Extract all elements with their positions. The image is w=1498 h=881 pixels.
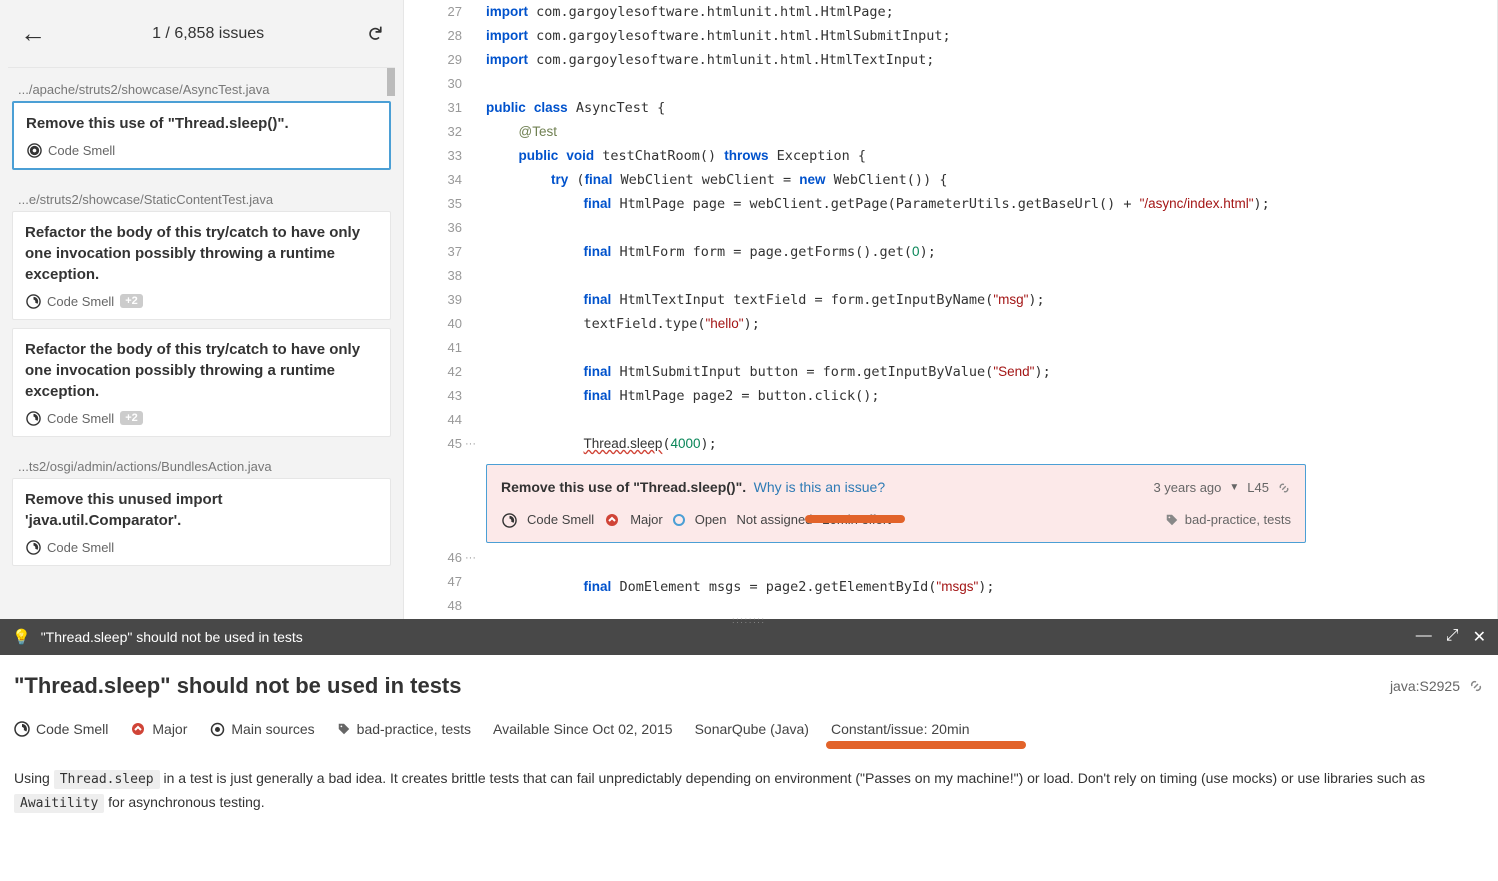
rule-since: Available Since Oct 02, 2015 xyxy=(493,721,673,737)
issue-type: Code Smell xyxy=(47,411,114,426)
rule-id: java:S2925 xyxy=(1390,678,1460,694)
issue-message: Remove this use of "Thread.sleep()". xyxy=(501,479,746,495)
rule-type: Code Smell xyxy=(36,721,108,737)
severity-major-icon xyxy=(130,721,146,737)
file-path[interactable]: ...ts2/osgi/admin/actions/BundlesAction.… xyxy=(8,445,395,478)
issue-list: .../apache/struts2/showcase/AsyncTest.ja… xyxy=(8,68,395,598)
permalink-icon[interactable] xyxy=(1277,481,1291,495)
highlight-annotation xyxy=(805,515,905,523)
code-smell-icon xyxy=(26,142,42,158)
rule-engine: SonarQube (Java) xyxy=(695,721,809,737)
fold-icon[interactable]: ··· xyxy=(465,546,476,570)
status-open-icon xyxy=(673,514,685,526)
fold-icon[interactable]: ··· xyxy=(465,432,476,456)
code-smell-icon xyxy=(25,410,41,426)
file-path[interactable]: ...e/struts2/showcase/StaticContentTest.… xyxy=(8,178,395,211)
issues-sidebar: ← 1 / 6,858 issues ↻ .../apache/struts2/… xyxy=(0,0,403,620)
issue-title: Remove this unused import 'java.util.Com… xyxy=(25,489,378,531)
rule-bar-title: "Thread.sleep" should not be used in tes… xyxy=(41,629,303,645)
issue-assignee[interactable]: Not assigned xyxy=(737,508,813,532)
rule-title: "Thread.sleep" should not be used in tes… xyxy=(14,673,462,699)
rule-debt: Constant/issue: 20min xyxy=(831,721,970,737)
rule-severity: Major xyxy=(152,721,187,737)
file-path[interactable]: .../apache/struts2/showcase/AsyncTest.ja… xyxy=(8,68,395,101)
issue-card[interactable]: Remove this unused import 'java.util.Com… xyxy=(12,478,391,566)
permalink-icon[interactable] xyxy=(1468,678,1484,694)
severity-major-icon xyxy=(604,512,620,528)
highlight-annotation xyxy=(826,741,1026,749)
issue-line: L45 xyxy=(1247,476,1269,500)
scrollbar-thumb[interactable] xyxy=(387,68,395,96)
rule-detail-panel: "Thread.sleep" should not be used in tes… xyxy=(0,655,1498,881)
drag-grip-icon[interactable]: :::::::: xyxy=(732,616,766,625)
tags-icon xyxy=(1165,513,1179,527)
inline-issue-box[interactable]: Remove this use of "Thread.sleep()". Why… xyxy=(486,464,1306,543)
extra-locations-badge[interactable]: +2 xyxy=(120,411,143,425)
issue-card[interactable]: Refactor the body of this try/catch to h… xyxy=(12,328,391,437)
tab-indicator xyxy=(8,0,395,4)
minimize-icon[interactable]: — xyxy=(1416,627,1432,647)
inline-code: Thread.sleep xyxy=(54,770,160,789)
code-smell-icon xyxy=(501,512,517,528)
extra-locations-badge[interactable]: +2 xyxy=(120,294,143,308)
issue-type[interactable]: Code Smell xyxy=(527,508,594,532)
issue-title: Refactor the body of this try/catch to h… xyxy=(25,222,378,285)
code-smell-icon xyxy=(14,721,30,737)
rule-description: Using Thread.sleep in a test is just gen… xyxy=(14,767,1484,815)
code-body[interactable]: import com.gargoylesoftware.htmlunit.htm… xyxy=(474,0,1497,620)
issue-severity[interactable]: Major xyxy=(630,508,663,532)
issue-type: Code Smell xyxy=(48,143,115,158)
rule-scope: Main sources xyxy=(231,721,314,737)
line-gutter: 27282930 31323334 35363738 39404142 4344… xyxy=(404,0,474,620)
issue-title: Remove this use of "Thread.sleep()". xyxy=(26,113,377,134)
reload-icon[interactable]: ↻ xyxy=(362,25,387,42)
issue-counter: 1 / 6,858 issues xyxy=(50,25,366,43)
tags-icon xyxy=(337,722,351,736)
issue-age[interactable]: 3 years ago xyxy=(1153,476,1221,500)
chevron-down-icon[interactable]: ▼ xyxy=(1229,476,1239,500)
issue-title: Refactor the body of this try/catch to h… xyxy=(25,339,378,402)
back-arrow-icon[interactable]: ← xyxy=(20,18,50,49)
code-smell-icon xyxy=(25,539,41,555)
lightbulb-icon: 💡 xyxy=(12,628,31,646)
issue-type: Code Smell xyxy=(47,540,114,555)
rule-panel-header: :::::::: 💡 "Thread.sleep" should not be … xyxy=(0,619,1498,655)
issue-card[interactable]: Remove this use of "Thread.sleep()". Cod… xyxy=(12,101,391,170)
issue-tags[interactable]: bad-practice, tests xyxy=(1185,508,1291,532)
close-icon[interactable]: ✕ xyxy=(1473,627,1486,647)
expand-icon[interactable]: ⤢ xyxy=(1446,627,1459,647)
issue-status[interactable]: Open xyxy=(695,508,727,532)
inline-code: Awaitility xyxy=(14,794,104,813)
rule-tags[interactable]: bad-practice, tests xyxy=(357,721,471,737)
scope-icon xyxy=(209,721,225,737)
why-issue-link[interactable]: Why is this an issue? xyxy=(754,479,886,495)
issue-type: Code Smell xyxy=(47,294,114,309)
issue-card[interactable]: Refactor the body of this try/catch to h… xyxy=(12,211,391,320)
code-smell-icon xyxy=(25,293,41,309)
code-viewer: 27282930 31323334 35363738 39404142 4344… xyxy=(403,0,1498,620)
